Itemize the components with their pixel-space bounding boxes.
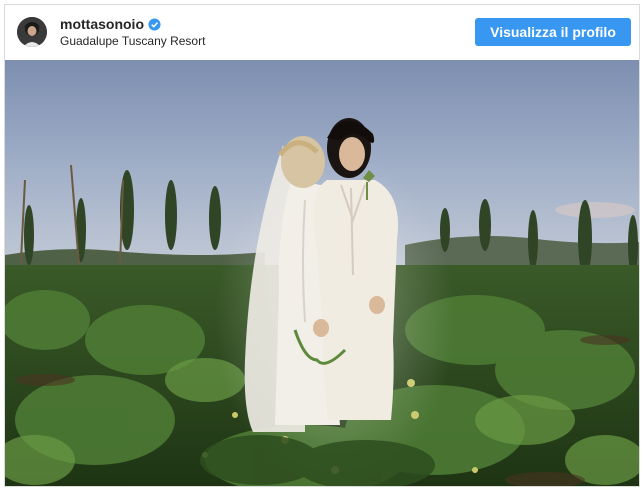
location-link[interactable]: Guadalupe Tuscany Resort xyxy=(60,34,205,48)
instagram-embed-card: mottasonoio Guadalupe Tuscany Resort Vis… xyxy=(4,4,640,487)
post-header: mottasonoio Guadalupe Tuscany Resort Vis… xyxy=(5,5,639,60)
username-row: mottasonoio xyxy=(60,16,161,34)
avatar[interactable] xyxy=(17,17,47,47)
view-profile-button[interactable]: Visualizza il profilo xyxy=(475,18,631,46)
post-photo[interactable] xyxy=(5,60,639,486)
verified-badge-icon xyxy=(148,18,161,34)
username[interactable]: mottasonoio xyxy=(60,16,144,32)
